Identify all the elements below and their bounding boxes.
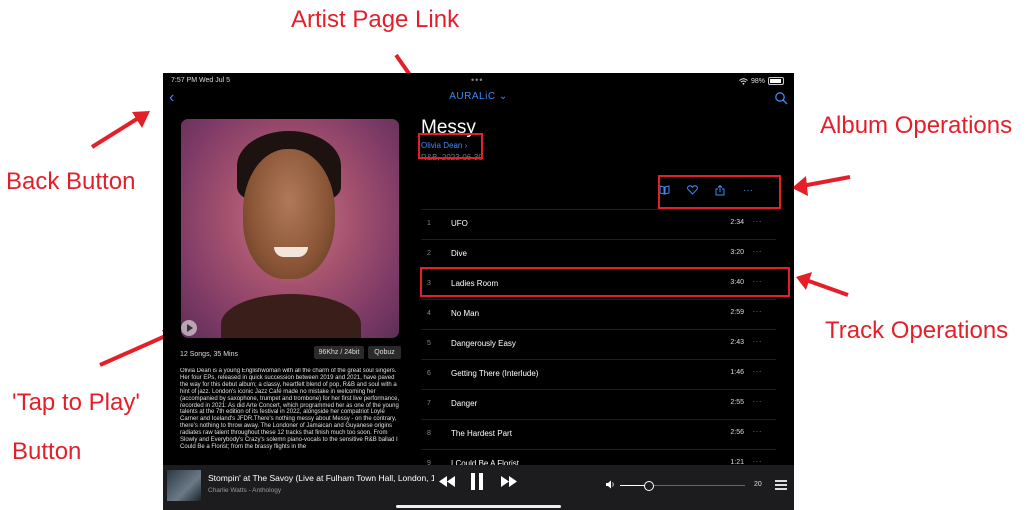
cover-face xyxy=(243,149,335,279)
arrow-tap-play xyxy=(99,332,171,367)
track-row[interactable]: 5 Dangerously Easy 2:43 ··· xyxy=(421,329,776,359)
now-playing-title: Stompin' at The Savoy (Live at Fulham To… xyxy=(208,473,434,483)
highlight-artist-link xyxy=(418,133,483,159)
track-duration: 2:59 xyxy=(730,309,744,316)
arrowhead-album-ops xyxy=(792,176,808,196)
track-duration: 3:20 xyxy=(730,249,744,256)
album-summary: 12 Songs, 35 Mins xyxy=(180,351,238,358)
wifi-icon xyxy=(739,77,748,85)
more-icon[interactable]: ··· xyxy=(753,337,763,346)
arrowhead-back xyxy=(132,111,150,128)
track-title: Danger xyxy=(451,399,478,408)
fast-forward-icon[interactable] xyxy=(501,476,517,487)
track-number: 7 xyxy=(427,400,431,407)
battery-percent: 98% xyxy=(750,77,765,85)
now-playing-cover[interactable] xyxy=(167,470,201,501)
album-description[interactable]: Olivia Dean is a young Englishwoman with… xyxy=(180,368,400,464)
chevron-down-icon: ⌄ xyxy=(498,91,508,102)
more-icon[interactable]: ··· xyxy=(753,247,763,256)
arrow-album-ops xyxy=(801,175,851,188)
annotation-tap-to-play: 'Tap to Play' xyxy=(12,389,140,416)
track-duration: 2:43 xyxy=(730,339,744,346)
track-number: 8 xyxy=(427,430,431,437)
device-selector[interactable]: AURALiC ⌄ xyxy=(163,91,794,102)
track-row[interactable]: 1 UFO 2:34 ··· xyxy=(421,209,776,239)
track-title: No Man xyxy=(451,309,480,318)
queue-icon[interactable] xyxy=(775,480,787,492)
more-icon[interactable]: ··· xyxy=(753,397,763,406)
device-name: AURALiC xyxy=(449,91,496,102)
rewind-icon[interactable] xyxy=(439,476,455,487)
volume-slider-knob[interactable] xyxy=(644,481,654,491)
nav-bar: ‹ AURALiC ⌄ xyxy=(163,89,794,109)
track-number: 1 xyxy=(427,220,431,227)
mini-player[interactable]: Stompin' at The Savoy (Live at Fulham To… xyxy=(163,465,794,510)
track-list: 1 UFO 2:34 ··· 2 Dive 3:20 ··· 3 Ladies Room 3:4… xyxy=(421,209,776,479)
track-row[interactable]: 8 The Hardest Part 2:56 ··· xyxy=(421,419,776,449)
source-badge[interactable]: Qobuz xyxy=(368,346,401,359)
track-number: 2 xyxy=(427,250,431,257)
track-row[interactable]: 4 No Man 2:59 ··· xyxy=(421,299,776,329)
more-icon[interactable]: ··· xyxy=(753,367,763,376)
track-title: Getting There (Interlude) xyxy=(451,369,539,378)
status-bar: 7:57 PM Wed Jul 5 ••• 98% xyxy=(163,73,794,89)
battery-icon xyxy=(768,77,784,85)
track-duration: 1:46 xyxy=(730,369,744,376)
track-number: 6 xyxy=(427,370,431,377)
volume-icon xyxy=(606,480,614,489)
multitask-dots[interactable]: ••• xyxy=(471,75,483,85)
cover-smile xyxy=(274,247,308,257)
now-playing-artist: Charlie Watts - Anthology xyxy=(208,487,282,494)
track-row[interactable]: 7 Danger 2:55 ··· xyxy=(421,389,776,419)
track-row[interactable]: 2 Dive 3:20 ··· xyxy=(421,239,776,269)
search-icon[interactable] xyxy=(774,91,788,105)
track-duration: 2:34 xyxy=(730,219,744,226)
arrow-back xyxy=(90,115,142,149)
pause-icon[interactable] xyxy=(470,473,484,490)
track-number: 5 xyxy=(427,340,431,347)
arrowhead-track-ops xyxy=(796,272,812,290)
more-icon[interactable]: ··· xyxy=(753,427,763,436)
cover-body xyxy=(221,294,361,338)
track-title: UFO xyxy=(451,219,468,228)
more-icon[interactable]: ··· xyxy=(753,217,763,226)
track-row[interactable]: 6 Getting There (Interlude) 1:46 ··· xyxy=(421,359,776,389)
home-indicator[interactable] xyxy=(396,505,561,508)
track-number: 4 xyxy=(427,310,431,317)
arrow-track-ops xyxy=(805,278,849,297)
annotation-album-operations: Album Operations xyxy=(820,112,1013,139)
quality-badge: 96Khz / 24bit xyxy=(314,346,364,359)
annotation-tap-to-play-button: Button xyxy=(12,438,82,465)
highlight-album-operations xyxy=(658,175,781,209)
play-icon[interactable] xyxy=(181,320,197,336)
more-icon[interactable]: ··· xyxy=(753,307,763,316)
track-duration: 2:56 xyxy=(730,429,744,436)
album-cover xyxy=(181,119,399,338)
track-title: Dive xyxy=(451,249,468,258)
track-title: Dangerously Easy xyxy=(451,339,516,348)
annotation-back-button: Back Button xyxy=(6,168,136,195)
annotation-track-operations: Track Operations xyxy=(825,317,1009,344)
track-duration: 2:55 xyxy=(730,399,744,406)
track-title: The Hardest Part xyxy=(451,429,512,438)
highlight-track-row xyxy=(420,267,790,297)
volume-value: 20 xyxy=(754,481,762,488)
status-time: 7:57 PM Wed Jul 5 xyxy=(171,77,231,84)
annotation-artist-page-link: Artist Page Link xyxy=(291,6,460,33)
